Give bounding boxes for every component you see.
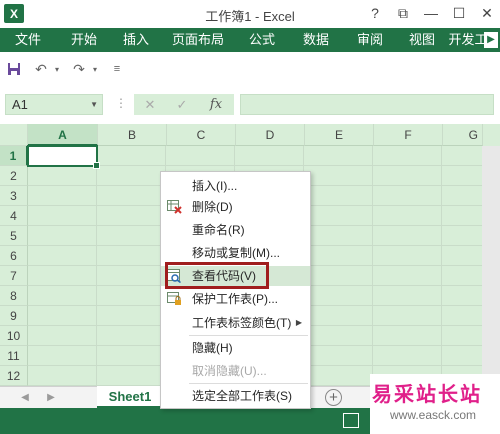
watermark-url: www.easck.com bbox=[390, 408, 477, 422]
column-header-a[interactable]: A bbox=[28, 124, 98, 146]
row-header-12[interactable]: 12 bbox=[0, 366, 28, 386]
formula-input[interactable] bbox=[240, 94, 494, 115]
menu-item-delete-label: 删除(D) bbox=[192, 200, 233, 214]
enter-icon[interactable]: ✓ bbox=[172, 96, 192, 113]
tab-review[interactable]: 审阅 bbox=[344, 28, 396, 52]
customize-qat-icon[interactable]: ≡ bbox=[110, 60, 124, 78]
tab-data[interactable]: 数据 bbox=[288, 28, 344, 52]
menu-item-tab-color-label: 工作表标签颜色(T) bbox=[192, 316, 292, 330]
row-header-7[interactable]: 7 bbox=[0, 266, 28, 286]
name-box-value: A1 bbox=[12, 97, 28, 112]
row-header-11[interactable]: 11 bbox=[0, 346, 28, 366]
vertical-scrollbar[interactable] bbox=[482, 146, 500, 386]
name-box[interactable]: A1 ▼ bbox=[5, 94, 103, 115]
protect-sheet-icon bbox=[167, 292, 181, 305]
menu-item-select-all-sheets[interactable]: 选定全部工作表(S) bbox=[161, 386, 310, 406]
cancel-icon[interactable]: ✕ bbox=[140, 96, 160, 113]
ribbon-tab-bar: 文件 开始 插入 页面布局 公式 数据 审阅 视图 开发工 ▶ bbox=[0, 28, 500, 52]
undo-icon[interactable]: ↶ bbox=[32, 60, 50, 78]
tab-view[interactable]: 视图 bbox=[396, 28, 448, 52]
column-header-e[interactable]: E bbox=[305, 124, 374, 146]
menu-item-delete[interactable]: 删除(D) bbox=[161, 197, 310, 217]
site-watermark: 易采站长站 www.easck.com bbox=[370, 374, 500, 434]
minimize-button[interactable]: — bbox=[418, 3, 444, 23]
ribbon-scroll-right-icon[interactable]: ▶ bbox=[484, 32, 498, 48]
menu-item-rename[interactable]: 重命名(R) bbox=[161, 220, 310, 240]
chevron-down-icon[interactable]: ▼ bbox=[90, 95, 98, 114]
column-header-g[interactable]: G bbox=[443, 124, 483, 146]
annotation-highlight-box bbox=[165, 262, 269, 289]
row-header-5[interactable]: 5 bbox=[0, 226, 28, 246]
save-icon[interactable] bbox=[6, 60, 22, 78]
row-header-1[interactable]: 1 bbox=[0, 146, 28, 166]
formula-bar: A1 ▼ ⋮ ✕ ✓ fx bbox=[0, 86, 500, 124]
submenu-arrow-icon: ▶ bbox=[295, 318, 302, 327]
delete-sheet-icon bbox=[167, 200, 182, 214]
menu-item-move-copy[interactable]: 移动或复制(M)... bbox=[161, 243, 310, 263]
column-header-b[interactable]: B bbox=[98, 124, 167, 146]
title-bar: X 工作簿1 - Excel ? ⧉ — ☐ ✕ bbox=[0, 0, 500, 28]
formula-actions: ✕ ✓ fx bbox=[134, 94, 234, 115]
menu-item-protect-sheet[interactable]: 保护工作表(P)... bbox=[161, 289, 310, 309]
sheet-next-icon[interactable]: ▶ bbox=[44, 390, 58, 406]
menu-item-unhide: 取消隐藏(U)... bbox=[192, 364, 267, 378]
quick-access-toolbar: ↶ ▾ ↷ ▾ ≡ bbox=[0, 52, 500, 86]
tab-insert[interactable]: 插入 bbox=[112, 28, 160, 52]
undo-dropdown-icon[interactable]: ▾ bbox=[52, 60, 62, 78]
sheet-tab-sheet1[interactable]: Sheet1 bbox=[97, 386, 163, 409]
row-header-4[interactable]: 4 bbox=[0, 206, 28, 226]
select-all-corner[interactable] bbox=[0, 124, 28, 146]
row-header-8[interactable]: 8 bbox=[0, 286, 28, 306]
redo-icon[interactable]: ↷ bbox=[70, 60, 88, 78]
column-header-c[interactable]: C bbox=[167, 124, 236, 146]
insert-function-icon[interactable]: fx bbox=[206, 96, 226, 113]
ribbon-display-options-button[interactable]: ⧉ bbox=[390, 3, 416, 23]
row-header-6[interactable]: 6 bbox=[0, 246, 28, 266]
sheet-prev-icon[interactable]: ◀ bbox=[18, 390, 32, 406]
active-cell-a1[interactable] bbox=[27, 145, 100, 169]
tab-developer[interactable]: 开发工 bbox=[448, 28, 488, 52]
resize-handle-icon[interactable]: ⋮ bbox=[115, 96, 127, 110]
menu-item-hide[interactable]: 隐藏(H) bbox=[161, 338, 310, 358]
tab-home[interactable]: 开始 bbox=[56, 28, 112, 52]
tab-page-layout[interactable]: 页面布局 bbox=[160, 28, 236, 52]
sheet-tab-context-menu: 插入(I)... 删除(D) 重命名(R) 移动或复制(M)... 查看代码(V… bbox=[160, 171, 311, 409]
add-sheet-icon[interactable]: + bbox=[325, 389, 342, 406]
watermark-title: 易采站长站 bbox=[372, 382, 482, 406]
menu-item-protect-sheet-label: 保护工作表(P)... bbox=[192, 292, 278, 306]
row-header-10[interactable]: 10 bbox=[0, 326, 28, 346]
menu-separator bbox=[189, 383, 308, 384]
normal-view-icon[interactable] bbox=[343, 413, 359, 428]
menu-item-tab-color[interactable]: 工作表标签颜色(T) ▶ bbox=[161, 313, 310, 333]
redo-dropdown-icon[interactable]: ▾ bbox=[90, 60, 100, 78]
row-header-3[interactable]: 3 bbox=[0, 186, 28, 206]
row-header-9[interactable]: 9 bbox=[0, 306, 28, 326]
column-header-f[interactable]: F bbox=[374, 124, 443, 146]
tab-formulas[interactable]: 公式 bbox=[236, 28, 288, 52]
close-button[interactable]: ✕ bbox=[474, 3, 500, 23]
column-header-d[interactable]: D bbox=[236, 124, 305, 146]
row-header-2[interactable]: 2 bbox=[0, 166, 28, 186]
menu-separator bbox=[189, 335, 308, 336]
tab-file[interactable]: 文件 bbox=[0, 28, 56, 52]
maximize-button[interactable]: ☐ bbox=[446, 3, 472, 23]
help-button[interactable]: ? bbox=[362, 3, 388, 23]
menu-item-insert[interactable]: 插入(I)... bbox=[161, 176, 310, 196]
